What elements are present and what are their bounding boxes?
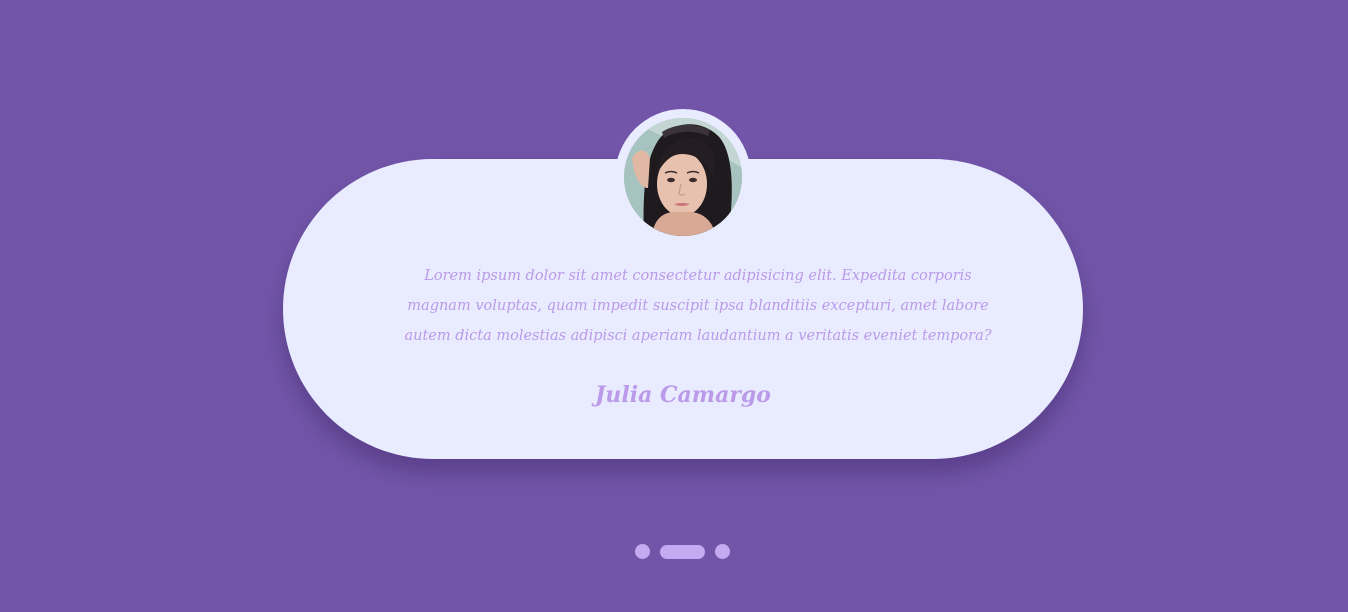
carousel-dot-2-active[interactable] xyxy=(660,544,705,559)
carousel-dot-1[interactable] xyxy=(635,544,650,559)
carousel-pagination xyxy=(635,544,730,559)
avatar-portrait-image xyxy=(624,118,742,236)
carousel-dot-3[interactable] xyxy=(715,544,730,559)
avatar xyxy=(624,118,742,236)
testimonial-quote: Lorem ipsum dolor sit amet consectetur a… xyxy=(404,268,992,344)
testimonial-author-name: Julia Camargo xyxy=(595,382,771,408)
avatar-frame xyxy=(615,109,751,245)
